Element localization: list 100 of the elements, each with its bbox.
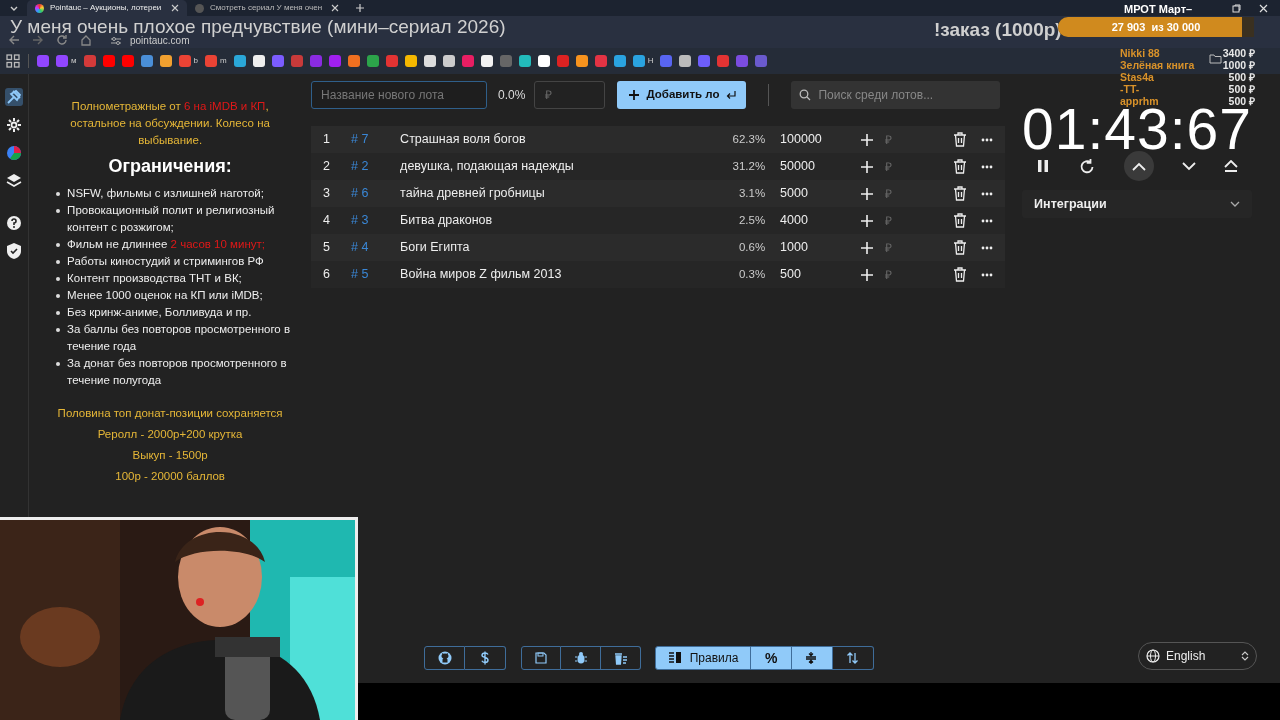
- lot-name[interactable]: Война миров Z фильм 2013: [400, 265, 731, 284]
- more-icon[interactable]: [981, 272, 994, 277]
- bug-report-button[interactable]: [561, 646, 602, 670]
- clear-button[interactable]: [601, 646, 642, 670]
- plus-icon[interactable]: [861, 214, 874, 227]
- bookmark-icon[interactable]: [518, 55, 531, 67]
- percent-toggle[interactable]: %: [751, 646, 793, 670]
- save-button[interactable]: [521, 646, 562, 670]
- split-toggle[interactable]: [792, 646, 834, 670]
- add-amount-field[interactable]: ₽: [885, 238, 946, 257]
- lot-name[interactable]: Битва драконов: [400, 211, 731, 230]
- donation-amount: 1000 ₽: [1222, 59, 1255, 71]
- home-icon[interactable]: [80, 34, 92, 46]
- lot-index: 6: [322, 266, 332, 284]
- add-lot-button[interactable]: Добавить ло: [617, 81, 747, 109]
- lot-name[interactable]: Боги Египта: [400, 238, 731, 257]
- lot-name[interactable]: тайна древней гробницы: [400, 184, 731, 203]
- add-amount-field[interactable]: ₽: [885, 184, 946, 203]
- lot-row[interactable]: 5 # 4 Боги Египта 0.6% 1000 ₽: [311, 234, 1006, 261]
- lot-amount: 5000: [780, 185, 809, 203]
- close-icon[interactable]: [171, 4, 179, 12]
- favicon-icon: [35, 3, 44, 13]
- integrations-panel[interactable]: Интеграции: [1022, 190, 1252, 218]
- trash-icon[interactable]: [953, 186, 968, 201]
- trash-icon[interactable]: [953, 240, 968, 255]
- lot-row[interactable]: 3 # 6 тайна древней гробницы 3.1% 5000 ₽: [311, 180, 1006, 207]
- sort-toggle[interactable]: [833, 646, 875, 670]
- reload-icon[interactable]: [56, 34, 68, 46]
- browser-tab[interactable]: Pointauc – Аукционы, лотереи: [27, 0, 187, 16]
- bookmark-icon[interactable]: [252, 55, 265, 67]
- restore-icon[interactable]: [1232, 3, 1241, 13]
- trash-icon[interactable]: [953, 213, 968, 228]
- lot-row[interactable]: 2 # 2 девушка, подающая надежды 31.2% 50000 ₽: [311, 153, 1006, 180]
- more-icon[interactable]: [981, 137, 994, 142]
- bookmark-icon[interactable]: [423, 55, 436, 67]
- help-icon[interactable]: [5, 214, 24, 232]
- shield-icon[interactable]: [5, 242, 24, 260]
- layers-icon[interactable]: [5, 172, 24, 190]
- pie-chart-icon[interactable]: [5, 144, 24, 162]
- trash-icon[interactable]: [953, 159, 968, 174]
- lot-id: # 4: [351, 239, 370, 257]
- site-info-icon[interactable]: [110, 36, 122, 46]
- lot-id: # 6: [351, 185, 370, 203]
- add-amount-field[interactable]: ₽: [885, 157, 946, 176]
- chevron-down-icon[interactable]: [1182, 161, 1196, 171]
- amount-field[interactable]: ₽: [534, 81, 606, 109]
- lot-name-field[interactable]: Название нового лота: [311, 81, 488, 109]
- donor-name: Зелёная книга: [1120, 59, 1195, 71]
- apps-grid-icon[interactable]: [6, 54, 20, 68]
- new-tab-icon[interactable]: [355, 3, 365, 13]
- bookmark-icon[interactable]: [480, 55, 493, 67]
- close-icon[interactable]: [331, 4, 339, 12]
- close-icon[interactable]: [1259, 3, 1268, 13]
- bookmark[interactable]: Н: [632, 55, 654, 67]
- settings-icon[interactable]: [5, 116, 24, 134]
- add-amount-field[interactable]: ₽: [885, 211, 946, 230]
- folder-icon[interactable]: [1209, 53, 1222, 64]
- bullet-icon: [56, 192, 61, 196]
- more-icon[interactable]: [981, 218, 994, 223]
- trash-icon[interactable]: [953, 132, 968, 147]
- bookmark[interactable]: m: [204, 55, 227, 67]
- bookmark-icon[interactable]: [159, 55, 172, 67]
- more-icon[interactable]: [981, 164, 994, 169]
- pause-icon[interactable]: [1036, 159, 1051, 173]
- lot-row[interactable]: 1 # 7 Страшная воля богов 62.3% 100000 ₽: [311, 126, 1006, 153]
- donate-button[interactable]: [465, 646, 507, 670]
- plus-icon[interactable]: [861, 268, 874, 281]
- lot-row[interactable]: 6 # 5 Война миров Z фильм 2013 0.3% 500 ₽: [311, 261, 1006, 288]
- trash-icon[interactable]: [953, 267, 968, 282]
- add-amount-field[interactable]: ₽: [885, 265, 946, 284]
- search-field[interactable]: Поиск среди лотов...: [791, 81, 1001, 109]
- rule-item: Работы киностудий и стримингов РФ: [67, 254, 264, 269]
- increase-time-button[interactable]: [1124, 151, 1155, 181]
- bookmark[interactable]: м: [56, 55, 77, 67]
- eject-icon[interactable]: [1224, 160, 1238, 172]
- lot-name[interactable]: девушка, подающая надежды: [400, 157, 731, 176]
- more-icon[interactable]: [981, 245, 994, 250]
- bookmark-icon[interactable]: [537, 55, 550, 67]
- rules-toggle[interactable]: Правила: [655, 646, 752, 670]
- lot-percent: 3.1%: [737, 185, 766, 201]
- language-select[interactable]: English: [1138, 642, 1257, 670]
- browser-tab[interactable]: Смотреть сериал У меня очен: [187, 0, 347, 16]
- lot-row[interactable]: 4 # 3 Битва драконов 2.5% 4000 ₽: [311, 207, 1006, 234]
- plus-icon[interactable]: [861, 133, 874, 146]
- lot-name[interactable]: Страшная воля богов: [400, 130, 731, 149]
- bookmark-icon[interactable]: [575, 55, 588, 67]
- hammer-icon[interactable]: [5, 88, 24, 106]
- bookmark-icon[interactable]: [679, 55, 692, 67]
- bookmark-icon[interactable]: [404, 55, 417, 67]
- panel-icon: [667, 651, 682, 665]
- bookmark-icon[interactable]: [442, 55, 455, 67]
- more-icon[interactable]: [981, 191, 994, 196]
- back-icon[interactable]: [8, 34, 20, 46]
- bookmark[interactable]: b: [178, 55, 198, 67]
- plus-icon[interactable]: [861, 187, 874, 200]
- url-text[interactable]: pointauc.com: [130, 36, 190, 46]
- add-amount-field[interactable]: ₽: [885, 130, 946, 149]
- plus-icon[interactable]: [861, 160, 874, 173]
- github-button[interactable]: [424, 646, 466, 670]
- plus-icon[interactable]: [861, 241, 874, 254]
